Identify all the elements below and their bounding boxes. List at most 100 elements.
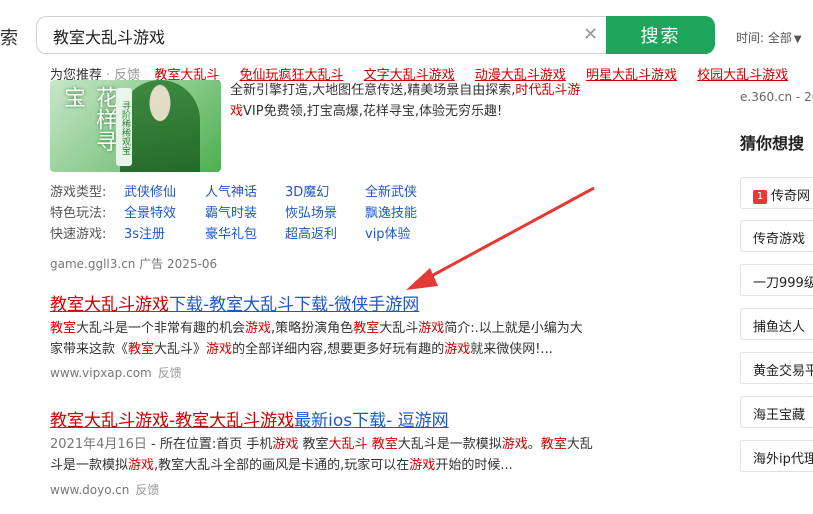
guess-item[interactable]: 海王宝藏 [740,396,813,428]
result-snippet: 2021年4月16日 - 所在位置:首页 手机游戏 教室大乱斗 教室大乱斗是一款… [50,434,595,476]
guess-item-label: 传奇游戏 [753,232,806,247]
snippet-highlight: 游戏 [409,458,436,473]
attr-link[interactable]: 武侠修仙 [124,182,205,203]
guess-item-label: 黄金交易平 [753,364,813,379]
snippet-text: 大乱斗是一个非常有趣的机会 [76,321,246,336]
recommend-link[interactable]: 校园大乱斗游戏 [697,68,788,83]
attr-row: 游戏类型: 武侠修仙 人气神话 3D魔幻 全新武侠 [50,182,417,203]
search-input[interactable] [51,25,575,46]
snippet-highlight: 教室 [128,342,155,357]
snippet-text: ,策略扮演角色 [271,321,354,336]
arrow-head [406,268,438,290]
result-url[interactable]: www.vipxap.com [50,366,152,380]
snippet-highlight: 教室 [353,321,380,336]
ad-description: 全新引擎打造,大地图任意传送,精美场景自由探索,时代乱斗游 戏VIP免费领,打宝… [230,80,590,122]
ad-desc-text: 全新引擎打造,大地图任意传送,精美场景自由探索, [230,83,516,98]
ad-source: game.ggll3.cn 广告 2025-06 [50,257,218,271]
guess-item-label: 海王宝藏 [753,408,806,423]
result-date: 2021年4月16日 [50,437,147,452]
snippet-text: 就来微侠网!... [470,342,553,357]
ad-desc-text: VIP免费领,打宝高爆,花样寻宝,体验无穷乐趣! [243,104,503,119]
result-url-line: www.doyo.cn 反馈 [50,481,159,498]
ad-thumbnail[interactable]: 花样寻宝 寻阶稀稀观宝 [50,80,221,172]
guess-item[interactable]: 捕鱼达人 [740,308,813,340]
right-url-fragment: e.360.cn - 20 [740,90,813,104]
snippet-highlight: 教室 [50,321,77,336]
attr-link[interactable]: vip体验 [365,224,411,245]
guess-section-title: 猜你想搜 [740,134,805,153]
attr-key: 游戏类型: [50,185,107,200]
clear-icon[interactable]: ✕ [583,24,598,45]
snippet-text: - 所在位置:首页 手机 [146,437,273,452]
attr-link[interactable]: 3D魔幻 [285,182,365,203]
attr-key: 快速游戏: [50,227,107,242]
snippet-text: 大乱斗 [379,321,419,336]
snippet-highlight: 游戏 [128,458,155,473]
snippet-text: 的全部详细内容,想要更多好玩有趣的 [232,342,445,357]
snippet-highlight: 游戏 [206,342,233,357]
search-box[interactable]: ✕ [36,16,606,54]
arrow-shaft [423,186,595,282]
attr-key: 特色玩法: [50,206,107,221]
attr-link[interactable]: 恢弘场景 [285,203,365,224]
guess-item-label: 捕鱼达人 [753,320,806,335]
result-title-text: 最新ios下载- 逗游网 [294,411,449,431]
attr-link[interactable]: 全新武侠 [365,182,417,203]
attr-link[interactable]: 霸气时装 [205,203,285,224]
guess-item-label: 传奇网 [771,189,811,204]
snippet-text: 开始的时候... [435,458,513,473]
guess-item[interactable]: 1 传奇网 [740,177,813,209]
attr-link[interactable]: 全景特效 [124,203,205,224]
snippet-text: 。 [527,437,541,452]
time-filter-label: 时间: 全部 [736,31,792,45]
guess-item[interactable]: 一刀999级 [740,264,813,296]
attr-link[interactable]: 飘逸技能 [365,203,417,224]
snippet-text: 大乱斗》 [154,342,207,357]
result-url[interactable]: www.doyo.cn [50,483,129,497]
snippet-highlight: 游戏 [245,321,272,336]
guess-item-label: 一刀999级 [753,276,813,291]
result-feedback[interactable]: 反馈 [135,483,159,497]
ad-desc-highlight: 戏 [230,104,244,119]
result-url-line: www.vipxap.com 反馈 [50,364,182,381]
result-snippet: 教室大乱斗是一个非常有趣的机会游戏,策略扮演角色教室大乱斗游戏简介:.以上就是小… [50,318,595,360]
ad-image-title: 花样寻宝 [60,86,117,152]
attr-link[interactable]: 超高返利 [285,224,365,245]
result-title-text: 下载-教室大乱斗下载-微侠手游网 [169,295,420,315]
snippet-highlight: 游戏 [272,437,299,452]
snippet-text: ,教室大乱斗全部的画风是卡通的,玩家可以在 [154,458,410,473]
ad-desc-highlight: 时代乱斗游 [515,83,581,98]
logo-fragment[interactable]: 索 [0,24,18,50]
guess-item-label: 海外ip代理 [753,452,813,467]
recommend-link[interactable]: 明星大乱斗游戏 [586,68,677,83]
result-title-link[interactable]: 教室大乱斗游戏下载-教室大乱斗下载-微侠手游网 [50,290,419,315]
result-title-link[interactable]: 教室大乱斗游戏-教室大乱斗游戏最新ios下载- 逗游网 [50,406,449,431]
snippet-text: 教室 [298,437,329,452]
snippet-highlight: 游戏 [418,321,445,336]
guess-item[interactable]: 黄金交易平 [740,352,813,384]
attr-row: 快速游戏: 3s注册 豪华礼包 超高返利 vip体验 [50,224,417,245]
attr-link[interactable]: 人气神话 [205,182,285,203]
attr-link[interactable]: 豪华礼包 [205,224,285,245]
snippet-text: 大乱斗是一款模拟 [397,437,502,452]
guess-item[interactable]: 海外ip代理 [740,440,813,472]
result-title-highlight: 教室大乱斗游戏-教室大乱斗游戏 [50,411,295,431]
guess-item[interactable]: 传奇游戏 [740,220,813,252]
result-title-highlight: 教室大乱斗游戏 [50,295,169,315]
ad-image-badge: 寻阶稀稀观宝 [116,88,132,166]
ad-attribute-table: 游戏类型: 武侠修仙 人气神话 3D魔幻 全新武侠 特色玩法: 全景特效 霸气时装 恢弘场景飘… [50,182,417,245]
search-button[interactable]: 搜索 [606,16,715,54]
attr-row: 特色玩法: 全景特效 霸气时装 恢弘场景 飘逸技能 [50,203,417,224]
rank-badge: 1 [753,190,767,204]
search-header: 索 ✕ 搜索 时间: 全部▼ [0,0,813,60]
snippet-highlight: 教室 [371,437,398,452]
attr-link[interactable]: 3s注册 [124,224,205,245]
snippet-highlight: 大乱斗 [328,437,368,452]
snippet-highlight: 游戏 [444,342,471,357]
character-figure [120,80,200,172]
snippet-highlight: 教室 [540,437,567,452]
snippet-highlight: 游戏 [501,437,528,452]
time-filter-dropdown[interactable]: 时间: 全部 ▼ [736,29,802,46]
chevron-down-icon: ▼ [793,34,802,45]
result-feedback[interactable]: 反馈 [158,366,182,380]
